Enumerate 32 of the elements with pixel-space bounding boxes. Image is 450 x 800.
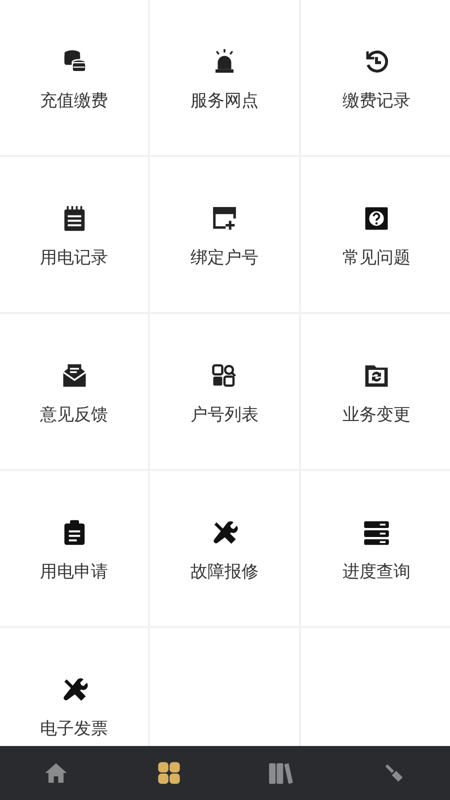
tile-label: 用电申请 <box>40 561 108 583</box>
menu-tile[interactable]: 常见问题 <box>301 157 450 312</box>
menu-tile[interactable]: 绑定户号 <box>150 157 299 312</box>
question-icon <box>363 205 390 232</box>
menu-tile[interactable]: 充值缴费 <box>0 0 148 155</box>
apps-search-icon <box>211 362 238 389</box>
tile-label: 缴费记录 <box>342 90 410 112</box>
menu-tile[interactable]: 进度查询 <box>301 471 450 626</box>
grid-icon <box>156 760 182 786</box>
tile-label: 户号列表 <box>190 404 258 426</box>
tile-label: 业务变更 <box>342 404 410 426</box>
tile-label: 电子发票 <box>40 718 108 740</box>
menu-tile[interactable]: 故障报修 <box>150 471 299 626</box>
menu-tile[interactable]: 意见反馈 <box>0 314 148 469</box>
menu-tile[interactable]: 缴费记录 <box>301 0 450 155</box>
tile-label: 绑定户号 <box>190 247 258 269</box>
list-icon <box>363 519 390 546</box>
tile-label: 充值缴费 <box>40 90 108 112</box>
menu-tile[interactable]: 服务网点 <box>150 0 299 155</box>
menu-tile[interactable]: 用电记录 <box>0 157 148 312</box>
tile-label: 故障报修 <box>190 561 258 583</box>
tile-label: 服务网点 <box>190 90 258 112</box>
window-plus-icon <box>211 205 238 232</box>
menu-tile[interactable]: 用电申请 <box>0 471 148 626</box>
tile-label: 用电记录 <box>40 247 108 269</box>
tile-label: 意见反馈 <box>40 404 108 426</box>
mail-icon <box>60 362 88 389</box>
tile-label: 常见问题 <box>342 247 410 269</box>
menu-tile[interactable]: 户号列表 <box>150 314 299 469</box>
tile-label: 进度查询 <box>342 561 410 583</box>
menu-tile[interactable]: 业务变更 <box>301 314 450 469</box>
menu-tile[interactable]: 电子发票 <box>0 628 148 746</box>
